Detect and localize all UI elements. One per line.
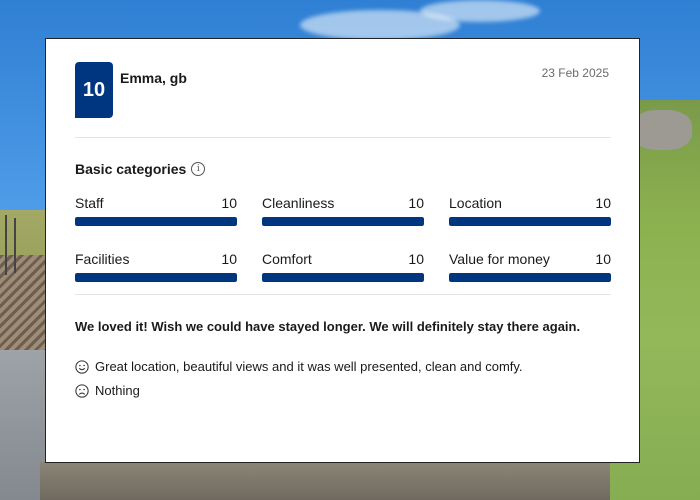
category-staff: Staff 10 [75, 195, 237, 226]
category-value-for-money: Value for money 10 [449, 251, 611, 282]
reviewer-name: Emma, gb [120, 70, 187, 86]
category-label: Comfort [262, 251, 312, 267]
category-bar [262, 273, 424, 282]
negative-comment: Nothing [75, 383, 140, 398]
category-bar-fill [262, 217, 424, 226]
review-score-badge: 10 [75, 62, 113, 118]
category-label: Facilities [75, 251, 130, 267]
category-bar-fill [262, 273, 424, 282]
divider [75, 137, 611, 138]
category-bar [449, 273, 611, 282]
frown-icon [75, 383, 89, 398]
category-facilities: Facilities 10 [75, 251, 237, 282]
category-score: 10 [221, 251, 237, 267]
rock [632, 110, 692, 150]
category-score: 10 [408, 195, 424, 211]
pole [5, 215, 7, 275]
review-date: 23 Feb 2025 [541, 66, 609, 80]
negative-comment-text: Nothing [95, 383, 140, 398]
category-location: Location 10 [449, 195, 611, 226]
cloud [420, 0, 540, 22]
category-bar [262, 217, 424, 226]
positive-comment: Great location, beautiful views and it w… [75, 359, 523, 374]
review-headline: We loved it! Wish we could have stayed l… [75, 319, 581, 334]
smile-icon [75, 359, 89, 374]
category-label: Location [449, 195, 502, 211]
categories-title: Basic categories [75, 161, 187, 177]
category-bar [75, 273, 237, 282]
category-bar-fill [75, 217, 237, 226]
divider [75, 294, 611, 295]
category-bar-fill [449, 273, 611, 282]
category-cleanliness: Cleanliness 10 [262, 195, 424, 226]
category-score: 10 [595, 251, 611, 267]
category-score: 10 [408, 251, 424, 267]
info-icon[interactable]: i [191, 162, 206, 176]
positive-comment-text: Great location, beautiful views and it w… [95, 359, 523, 374]
stone-wall [40, 462, 700, 500]
category-bar-fill [449, 217, 611, 226]
category-score: 10 [221, 195, 237, 211]
category-score: 10 [595, 195, 611, 211]
categories-heading: Basic categories i [75, 161, 206, 177]
review-card: 10 Emma, gb 23 Feb 2025 Basic categories… [45, 38, 640, 463]
category-bar [449, 217, 611, 226]
category-label: Staff [75, 195, 104, 211]
pole [14, 218, 16, 273]
category-label: Value for money [449, 251, 550, 267]
category-bar [75, 217, 237, 226]
category-bar-fill [75, 273, 237, 282]
category-label: Cleanliness [262, 195, 335, 211]
category-comfort: Comfort 10 [262, 251, 424, 282]
